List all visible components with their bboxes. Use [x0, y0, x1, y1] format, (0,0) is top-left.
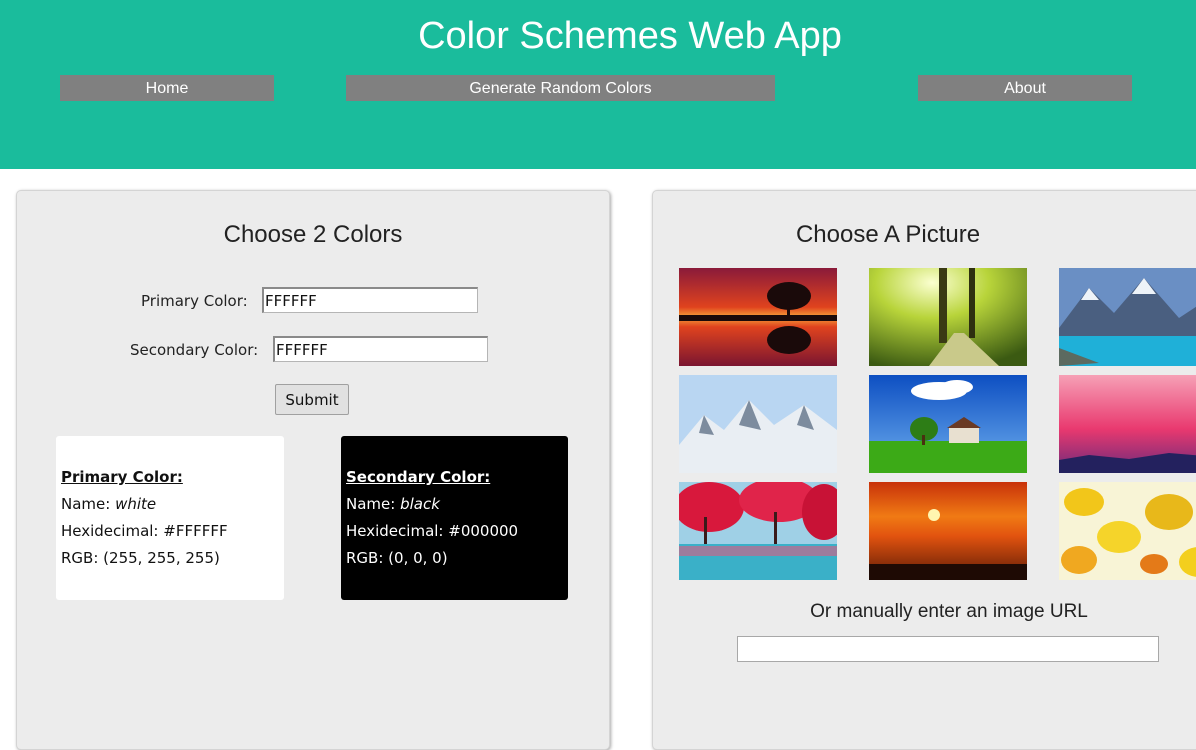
primary-card-heading: Primary Color: [61, 468, 183, 486]
nav-about-button[interactable]: About [918, 75, 1132, 101]
secondary-rgb-value: (0, 0, 0) [388, 549, 448, 567]
secondary-color-card: Secondary Color: Name: black Hexidecimal… [341, 436, 568, 600]
secondary-hex-label: Hexidecimal: [346, 522, 449, 540]
choose-picture-title: Choose A Picture [795, 221, 981, 248]
image-url-label: Or manually enter an image URL [810, 601, 1088, 622]
secondary-color-label: Secondary Color: [130, 341, 259, 359]
app-title: Color Schemes Web App [418, 15, 842, 57]
primary-name-label: Name: [61, 495, 116, 513]
choose-picture-panel: Choose A Picture Or manually enter an im… [652, 190, 1196, 750]
primary-color-input[interactable] [262, 287, 478, 313]
secondary-hex-value: #000000 [448, 522, 519, 540]
primary-rgb-label: RGB: [61, 549, 104, 567]
image-url-input[interactable] [737, 636, 1159, 662]
primary-rgb-value: (255, 255, 255) [103, 549, 220, 567]
primary-name-value: white [115, 495, 157, 513]
orange-sunset-sea-thumbnail[interactable] [869, 482, 1027, 580]
green-field-house-thumbnail[interactable] [869, 375, 1027, 473]
primary-color-card: Primary Color: Name: white Hexidecimal: … [56, 436, 284, 600]
secondary-color-input[interactable] [273, 336, 488, 362]
app-header: Color Schemes Web App Home Generate Rand… [0, 0, 1196, 169]
red-trees-water-thumbnail[interactable] [679, 482, 837, 580]
choose-colors-panel: Choose 2 Colors Primary Color: Secondary… [16, 190, 610, 750]
snowy-mountains-thumbnail[interactable] [679, 375, 837, 473]
secondary-rgb-label: RGB: [346, 549, 389, 567]
sunset-tree-reflection-thumbnail[interactable] [679, 268, 837, 366]
submit-button[interactable]: Submit [275, 384, 349, 415]
nav-generate-random-colors-button[interactable]: Generate Random Colors [346, 75, 775, 101]
autumn-leaves-thumbnail[interactable] [1059, 482, 1196, 580]
nav-home-button[interactable]: Home [60, 75, 274, 101]
primary-hex-value: #FFFFFF [163, 522, 228, 540]
sunlit-forest-path-thumbnail[interactable] [869, 268, 1027, 366]
pink-sky-hills-thumbnail[interactable] [1059, 375, 1196, 473]
primary-hex-label: Hexidecimal: [61, 522, 164, 540]
primary-color-label: Primary Color: [141, 292, 248, 310]
mountain-lake-thumbnail[interactable] [1059, 268, 1196, 366]
secondary-name-label: Name: [346, 495, 401, 513]
choose-colors-title: Choose 2 Colors [223, 221, 403, 248]
secondary-card-heading: Secondary Color: [346, 468, 491, 486]
secondary-name-value: black [400, 495, 440, 513]
